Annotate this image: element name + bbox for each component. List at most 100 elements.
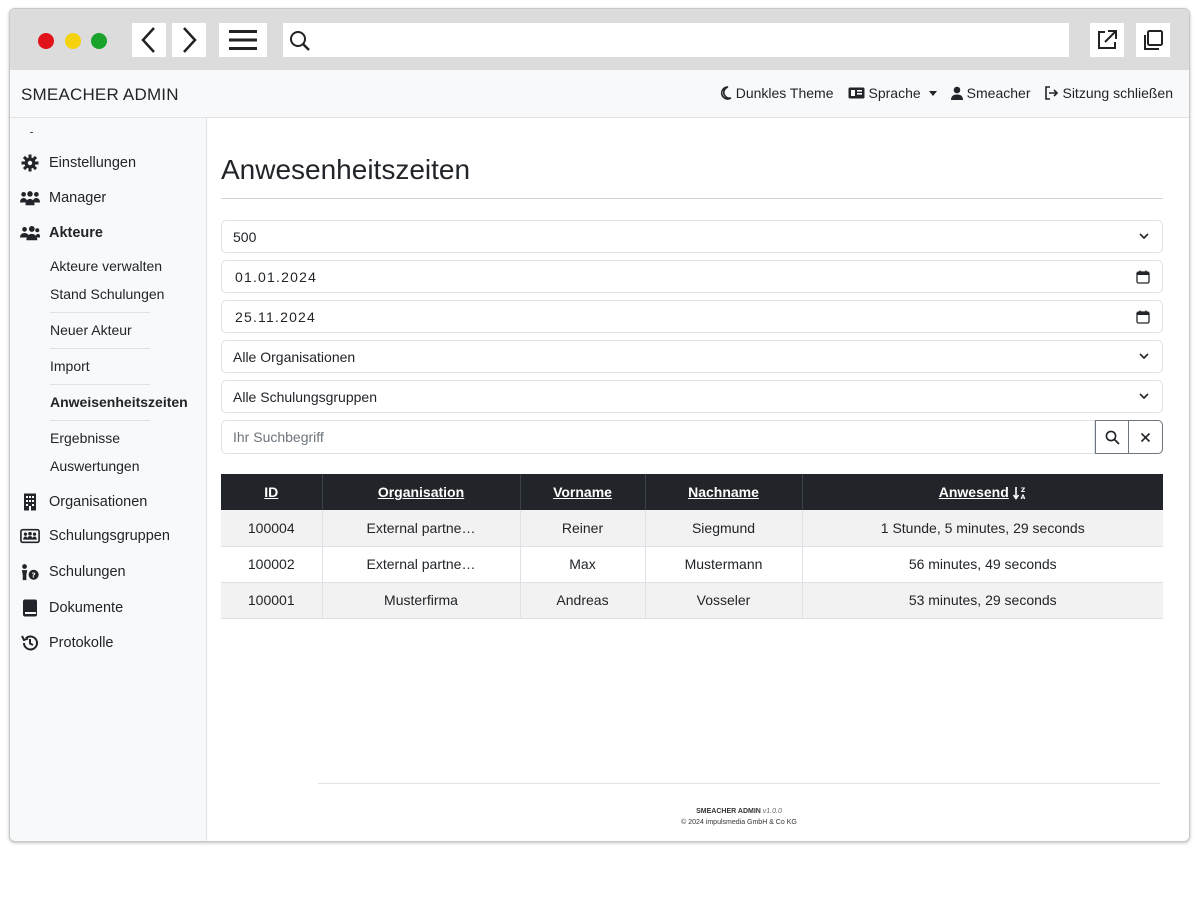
footer-app-name: SMEACHER ADMIN	[696, 808, 761, 815]
close-icon	[1140, 432, 1151, 442]
chevron-down-icon	[1139, 233, 1149, 240]
column-header-id[interactable]: ID	[221, 474, 323, 510]
history-icon	[21, 635, 38, 651]
sidebar-item-akteure[interactable]: Akteure	[20, 225, 103, 241]
brand-title[interactable]: SMEACHER ADMIN	[21, 85, 179, 105]
chevron-right-icon	[183, 27, 197, 53]
sidebar-subitem-anweisenheitszeiten[interactable]: Anweisenheitszeiten	[50, 394, 188, 410]
user-menu[interactable]: Smeacher	[950, 85, 1031, 101]
cell-id: 100001	[221, 582, 323, 619]
hamburger-icon	[229, 30, 257, 50]
limit-select[interactable]: 500	[221, 220, 1163, 253]
svg-text:?: ?	[32, 570, 36, 579]
sidebar-subitem-akteure-verwalten[interactable]: Akteure verwalten	[50, 258, 162, 274]
close-window-dot[interactable]	[38, 33, 54, 49]
footer-copyright: © 2024 impulsmedia GmbH & Co KG	[681, 819, 797, 826]
sidebar-subitem-divider	[50, 420, 150, 421]
attendance-table: ID Organisation Vorname Nachname Anwesen…	[221, 474, 1163, 619]
column-header-vorname[interactable]: Vorname	[520, 474, 646, 510]
external-link-icon	[1098, 30, 1117, 49]
logout-icon	[1045, 86, 1059, 100]
sidebar-subitem-divider	[50, 312, 150, 313]
language-label: Sprache	[868, 85, 921, 101]
forward-button[interactable]	[172, 23, 206, 57]
logout-label: Sitzung schließen	[1062, 85, 1173, 101]
organisation-value: Alle Organisationen	[233, 348, 356, 365]
cell-nachname: Vosseler	[645, 582, 803, 619]
footer-app-line: SMEACHER ADMIN v1.0.0	[318, 806, 1160, 817]
sidebar-subitem-divider	[50, 384, 150, 385]
sidebar-item-protokolle[interactable]: Protokolle	[20, 634, 113, 652]
open-external-button[interactable]	[1090, 23, 1124, 57]
sidebar-item-schulungsgruppen[interactable]: Schulungsgruppen	[20, 528, 170, 544]
sidebar-subitem-auswertungen[interactable]: Auswertungen	[50, 458, 140, 474]
copy-icon	[1144, 30, 1163, 50]
sidebar-item-manager[interactable]: Manager	[20, 190, 106, 206]
cell-vorname: Max	[520, 546, 646, 583]
person-question-icon: ?	[21, 564, 39, 581]
sidebar-subitem-neuer-akteur[interactable]: Neuer Akteur	[50, 322, 132, 338]
column-header-organisation[interactable]: Organisation	[322, 474, 521, 510]
browser-toolbar	[10, 9, 1189, 70]
building-icon	[24, 493, 36, 511]
sidebar-subitem-import[interactable]: Import	[50, 358, 90, 374]
user-label: Smeacher	[966, 85, 1031, 101]
logout-link[interactable]: Sitzung schließen	[1044, 85, 1173, 101]
search-button[interactable]	[1095, 420, 1129, 454]
sidebar-item-organisationen[interactable]: Organisationen	[20, 493, 147, 511]
table-row[interactable]: 100002 External partne… Max Mustermann 5…	[221, 546, 1163, 583]
organisation-select[interactable]: Alle Organisationen	[221, 340, 1163, 373]
calendar-icon[interactable]	[1136, 270, 1150, 284]
table-row[interactable]: 100001 Musterfirma Andreas Vosseler 53 m…	[221, 582, 1163, 619]
sidebar-item-dokumente[interactable]: Dokumente	[20, 599, 123, 617]
cell-nachname: Siegmund	[645, 510, 803, 547]
search-group: Ihr Suchbegriff	[221, 420, 1163, 454]
clear-search-button[interactable]	[1129, 420, 1163, 454]
table-row[interactable]: 100004 External partne… Reiner Siegmund …	[221, 510, 1163, 547]
cell-id: 100004	[221, 510, 323, 547]
sidebar-item-einstellungen[interactable]: Einstellungen	[20, 154, 136, 172]
group-select[interactable]: Alle Schulungsgruppen	[221, 380, 1163, 413]
people-group-icon	[20, 226, 40, 241]
cell-anwesend: 1 Stunde, 5 minutes, 29 seconds	[802, 510, 1163, 547]
cell-vorname: Andreas	[520, 582, 646, 619]
browser-window: SMEACHER ADMIN Dunkles Theme Sprache Sme…	[9, 8, 1190, 842]
sidebar-subitem-divider	[50, 348, 150, 349]
column-header-nachname[interactable]: Nachname	[645, 474, 803, 510]
duplicate-window-button[interactable]	[1136, 23, 1170, 57]
caret-down-icon	[928, 90, 937, 96]
sidebar-item-label: Einstellungen	[49, 155, 137, 171]
minimize-window-dot[interactable]	[65, 33, 81, 49]
sidebar-subitem-ergebnisse[interactable]: Ergebnisse	[50, 430, 120, 446]
title-divider	[221, 198, 1163, 199]
calendar-icon[interactable]	[1136, 310, 1150, 324]
sidebar-item-label: Dokumente	[49, 600, 124, 616]
chevron-down-icon	[1139, 393, 1149, 400]
sidebar-item-label: Akteure	[49, 225, 103, 241]
sidebar-item-label: Protokolle	[49, 635, 114, 651]
search-input[interactable]: Ihr Suchbegriff	[221, 420, 1095, 454]
chevron-down-icon	[1139, 353, 1149, 360]
date-to-value: 25.11.2024	[235, 308, 317, 325]
sidebar-subitem-stand-schulungen[interactable]: Stand Schulungen	[50, 286, 164, 302]
footer-version: v1.0.0	[762, 808, 782, 815]
page-title: Anwesenheitszeiten	[221, 154, 471, 185]
address-bar[interactable]	[283, 23, 1069, 57]
column-header-anwesend-label: Anwesend	[938, 483, 1009, 500]
back-button[interactable]	[132, 23, 166, 57]
date-to-input[interactable]: 25.11.2024	[221, 300, 1163, 333]
cell-anwesend: 53 minutes, 29 seconds	[802, 582, 1163, 619]
browser-menu-button[interactable]	[219, 23, 267, 57]
search-icon	[290, 31, 310, 51]
date-from-input[interactable]: 01.01.2024	[221, 260, 1163, 293]
language-dropdown[interactable]: Sprache	[848, 85, 937, 101]
navbar-actions: Dunkles Theme Sprache Smeacher Sitzung s…	[720, 85, 1173, 101]
sidebar-item-label: Schulungsgruppen	[49, 528, 170, 544]
limit-value: 500	[233, 228, 257, 245]
maximize-window-dot[interactable]	[91, 33, 107, 49]
dark-theme-toggle[interactable]: Dunkles Theme	[720, 85, 834, 101]
cell-nachname: Mustermann	[645, 546, 803, 583]
column-header-anwesend[interactable]: Anwesend Z A	[802, 474, 1163, 510]
cell-organisation: Musterfirma	[322, 582, 521, 619]
sidebar-item-schulungen[interactable]: ? Schulungen	[20, 563, 126, 581]
